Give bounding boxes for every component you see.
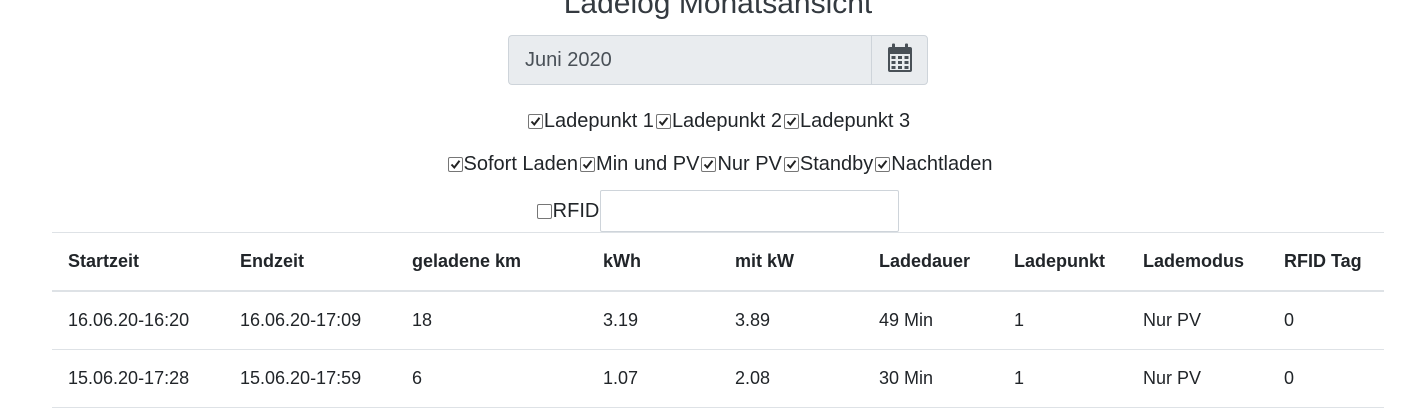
check-icon [786,159,797,169]
table-cell: 16.06.20-16:20 [52,291,224,350]
standby-label: Standby [799,152,874,175]
sofort-laden-checkbox[interactable] [447,156,463,172]
column-header: Lademodus [1127,232,1268,292]
nur-pv-checkbox[interactable] [701,156,717,172]
table-cell: 1 [998,291,1127,350]
min-und-pv-checkbox[interactable] [580,156,596,172]
check-icon [450,159,460,169]
sofort-laden-label: Sofort Laden [463,152,579,175]
column-header: kWh [587,232,719,292]
ladepunkt-2-checkbox[interactable] [655,113,671,129]
column-header: geladene km [396,232,587,292]
table-cell: 49 Min [863,291,998,350]
check-icon [704,159,714,169]
ladepunkt-3-checkbox[interactable] [784,113,800,129]
check-icon [658,116,669,126]
table-cell: 15.06.20-17:59 [224,349,396,408]
column-header: Ladepunkt [998,232,1127,292]
column-header: Endzeit [224,232,396,292]
ladelog-page: Ladelog Monatsansicht Juni 2020 Ladepunk… [0,0,1408,410]
table-cell: 15.06.20-17:28 [52,349,224,408]
table-header-row: Startzeit Endzeit geladene km kWh mit kW… [52,232,1384,292]
table-cell: 1.07 [587,349,719,408]
rfid-filter: RFID [0,190,1408,232]
table-cell: 1 [998,349,1127,408]
table-cell: 0 [1268,349,1384,408]
ladepunkt-2-label: Ladepunkt 2 [671,109,783,132]
standby-checkbox[interactable] [783,156,799,172]
column-header: Startzeit [52,232,224,292]
nachtladen-label: Nachtladen [891,152,993,175]
calendar-icon [887,43,913,78]
rfid-checkbox[interactable] [536,203,552,219]
table-cell: 16.06.20-17:09 [224,291,396,350]
rfid-input[interactable] [600,190,900,232]
table-cell: 3.19 [587,291,719,350]
nur-pv-label: Nur PV [717,152,782,175]
calendar-button[interactable] [871,35,928,85]
table-cell: 2.08 [719,349,863,408]
min-und-pv-label: Min und PV [596,152,700,175]
table-cell: 18 [396,291,587,350]
table-cell: 30 Min [863,349,998,408]
table-cell: 0 [1268,291,1384,350]
column-header: Ladedauer [863,232,998,292]
nachtladen-checkbox[interactable] [875,156,891,172]
check-icon [878,159,888,169]
ladepunkt-1-checkbox[interactable] [527,113,543,129]
page-title: Ladelog Monatsansicht [563,0,873,20]
check-icon [786,116,797,126]
table-cell: 3.89 [719,291,863,350]
ladelog-table: Startzeit Endzeit geladene km kWh mit kW… [52,232,1384,408]
check-icon [530,116,541,126]
month-picker [508,35,928,85]
column-header: RFID Tag [1268,232,1384,292]
table-cell: Nur PV [1127,291,1268,350]
column-header: mit kW [719,232,863,292]
ladepunkt-1-label: Ladepunkt 1 [543,109,654,132]
ladepunkt-filter: Ladepunkt 1 Ladepunkt 2 Ladepunkt 3 [0,108,1408,134]
rfid-label: RFID [552,199,600,222]
table-row: 15.06.20-17:28 15.06.20-17:59 6 1.07 2.0… [52,349,1384,408]
table-row: 16.06.20-16:20 16.06.20-17:09 18 3.19 3.… [52,291,1384,350]
month-input[interactable] [508,35,871,85]
table-cell: Nur PV [1127,349,1268,408]
check-icon [582,159,593,169]
table-cell: 6 [396,349,587,408]
lademodus-filter: Sofort Laden Min und PV Nur PV Standby Nacht… [0,151,1408,177]
ladepunkt-3-label: Ladepunkt 3 [800,109,911,132]
